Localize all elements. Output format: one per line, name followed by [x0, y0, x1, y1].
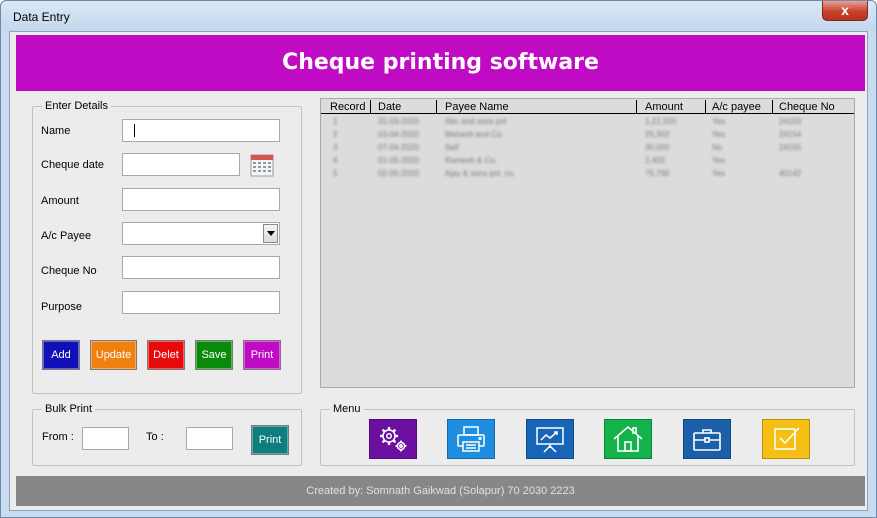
purpose-label: Purpose: [41, 301, 82, 313]
print-button[interactable]: Print: [243, 340, 281, 370]
header-date[interactable]: Date: [378, 101, 401, 113]
delete-button[interactable]: Delet: [147, 340, 185, 370]
cheque-no-label: Cheque No: [41, 265, 97, 277]
ac-payee-label: A/c Payee: [41, 230, 92, 242]
purpose-input[interactable]: [122, 291, 280, 314]
calendar-icon[interactable]: [250, 153, 274, 177]
to-input[interactable]: [186, 427, 233, 450]
header-cheque-no[interactable]: Cheque No: [779, 101, 835, 113]
table-row[interactable]: 1 31-03-2020 Abc and sons pvt 1,22,320 Y…: [321, 117, 854, 130]
header-payee-name[interactable]: Payee Name: [445, 101, 509, 113]
from-label: From :: [42, 431, 74, 443]
bulk-print-legend: Bulk Print: [42, 403, 96, 415]
cheque-date-input[interactable]: [122, 153, 240, 176]
header-ac-payee[interactable]: A/c payee: [712, 101, 761, 113]
table-row[interactable]: 3 07-04-2020 Self 30,000 No 24155: [321, 143, 854, 156]
amount-label: Amount: [41, 195, 79, 207]
menu-legend: Menu: [330, 403, 364, 415]
home-icon: [613, 425, 643, 452]
header-record[interactable]: Record: [330, 101, 365, 113]
table-row[interactable]: 4 01-05-2020 Ramesh & Co. 2,400 Yes: [321, 156, 854, 169]
cheque-no-input[interactable]: [122, 256, 280, 279]
ac-payee-select[interactable]: [122, 222, 280, 245]
checklist-tile[interactable]: [762, 419, 810, 459]
bulk-print-button[interactable]: Print: [251, 425, 289, 455]
presentation-chart-icon: [536, 427, 564, 453]
table-row[interactable]: 2 03-04-2020 Mahesh and Co. 25,302 Yes 2…: [321, 130, 854, 143]
add-button[interactable]: Add: [42, 340, 80, 370]
save-button[interactable]: Save: [195, 340, 233, 370]
from-input[interactable]: [82, 427, 129, 450]
app-header: Cheque printing software: [16, 35, 865, 91]
records-table[interactable]: Record Date Payee Name Amount A/c payee …: [320, 98, 855, 388]
close-button[interactable]: x: [822, 1, 868, 21]
footer-credit: Created by: Somnath Gaikwad (Solapur) 70…: [16, 476, 865, 506]
briefcase-tile[interactable]: [683, 419, 731, 459]
header-amount[interactable]: Amount: [645, 101, 683, 113]
settings-tile[interactable]: [369, 419, 417, 459]
enter-details-legend: Enter Details: [42, 100, 111, 112]
data-entry-window: Data Entry x Cheque printing software En…: [0, 0, 877, 518]
table-header: Record Date Payee Name Amount A/c payee …: [321, 99, 854, 114]
presentation-tile[interactable]: [526, 419, 574, 459]
printer-tile[interactable]: [447, 419, 495, 459]
to-label: To :: [146, 431, 164, 443]
window-title: Data Entry: [13, 10, 70, 24]
printer-icon: [457, 426, 485, 452]
text-cursor: [134, 124, 135, 137]
briefcase-icon: [693, 429, 721, 451]
name-input[interactable]: [122, 119, 280, 142]
name-label: Name: [41, 125, 71, 137]
cheque-date-label: Cheque date: [41, 159, 104, 171]
home-tile[interactable]: [604, 419, 652, 459]
dropdown-arrow-icon[interactable]: [263, 224, 278, 243]
update-button[interactable]: Update: [90, 340, 137, 370]
form-client-area: Cheque printing software Enter Details N…: [9, 31, 868, 511]
amount-input[interactable]: [122, 188, 280, 211]
checklist-icon: [774, 427, 800, 450]
settings-gears-icon: [380, 427, 407, 452]
table-row[interactable]: 5 02-05-2020 Ajay & sons pvt. co. 75,790…: [321, 169, 854, 182]
title-bar[interactable]: Data Entry x: [1, 1, 876, 31]
